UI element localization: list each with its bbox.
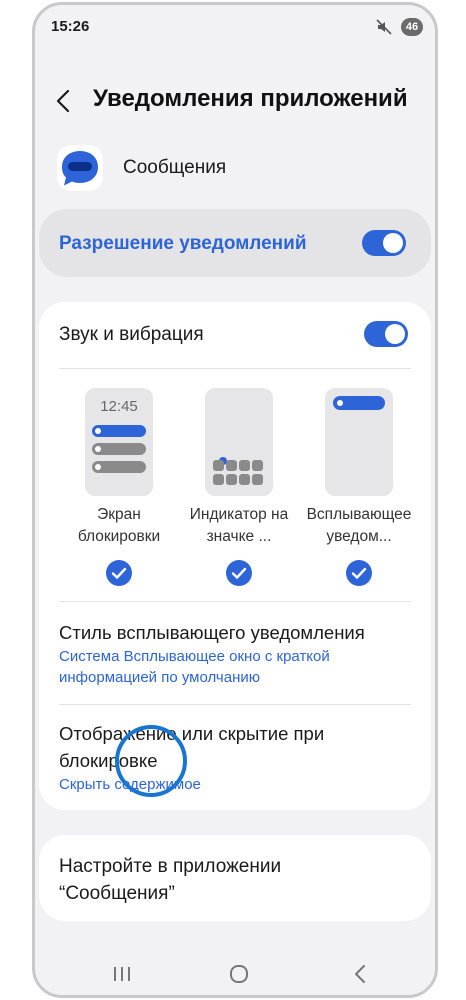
app-name: Сообщения xyxy=(123,157,227,178)
preview-notification-active xyxy=(92,425,146,437)
divider xyxy=(59,704,411,705)
notification-settings-card: Звук и вибрация 12:45 Экран блокировки И… xyxy=(39,302,431,810)
notification-permission-row[interactable]: Разрешение уведомлений xyxy=(39,209,431,277)
header: Уведомления приложений xyxy=(35,83,435,119)
phone-screen: 15:26 46 Уведомления приложений Сообщени… xyxy=(32,2,438,998)
preview-notification xyxy=(92,461,146,473)
sound-vibration-label: Звук и вибрация xyxy=(59,324,204,345)
tap-highlight-circle xyxy=(115,725,187,797)
battery-icon: 46 xyxy=(401,18,423,36)
messages-app-icon xyxy=(57,145,103,191)
popup-caption: Всплывающее уведом... xyxy=(306,506,412,545)
badge-check-icon[interactable] xyxy=(226,560,252,586)
back-nav-icon[interactable] xyxy=(353,963,367,990)
navigation-bar xyxy=(35,960,435,990)
recent-apps-icon[interactable] xyxy=(112,964,132,989)
app-info-row: Сообщения xyxy=(35,145,435,195)
status-bar: 15:26 46 xyxy=(51,18,423,38)
back-icon[interactable] xyxy=(55,89,71,118)
page-title: Уведомления приложений xyxy=(93,85,408,112)
sound-vibration-toggle[interactable] xyxy=(364,321,408,347)
status-time: 15:26 xyxy=(51,18,90,35)
divider xyxy=(59,601,411,602)
badge-preview[interactable] xyxy=(205,388,273,496)
lock-screen-caption: Экран блокировки xyxy=(77,506,161,545)
popup-preview[interactable] xyxy=(325,388,393,496)
preview-notification xyxy=(92,443,146,455)
popup-style-subtitle: Система Всплывающее окно с краткой инфор… xyxy=(59,648,330,686)
app-settings-label: Настройте в приложении “Сообщения” xyxy=(59,856,282,904)
popup-style-title: Стиль всплывающего уведомления xyxy=(59,622,365,643)
popup-banner xyxy=(333,396,385,410)
preview-clock: 12:45 xyxy=(100,398,138,415)
lock-visibility-title: Отображение или скрытие при блокировке xyxy=(59,723,325,771)
badge-caption: Индикатор на значке ... xyxy=(189,506,289,545)
popup-check-icon[interactable] xyxy=(346,560,372,586)
divider xyxy=(59,368,411,369)
notification-permission-label: Разрешение уведомлений xyxy=(59,233,307,254)
lock-screen-check-icon[interactable] xyxy=(106,560,132,586)
mute-icon xyxy=(375,18,393,40)
home-icon[interactable] xyxy=(228,963,250,990)
app-settings-row[interactable]: Настройте в приложении “Сообщения” xyxy=(39,835,431,921)
notification-permission-toggle[interactable] xyxy=(362,230,406,256)
lock-screen-preview[interactable]: 12:45 xyxy=(85,388,153,496)
